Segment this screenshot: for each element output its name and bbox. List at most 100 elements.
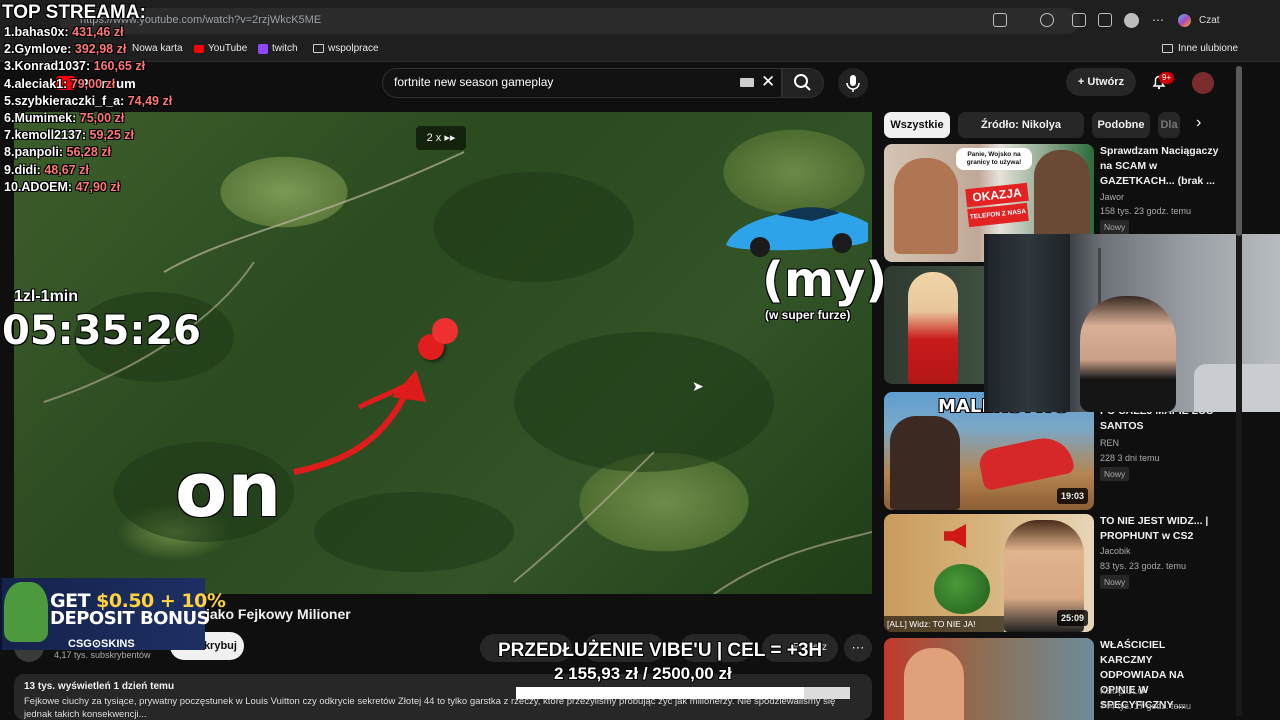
top-donor-row: 1.bahas0x: 431,46 zł bbox=[4, 25, 124, 39]
map-pin-icon bbox=[432, 318, 458, 344]
folder-icon bbox=[313, 44, 324, 53]
sidebar-video-channel[interactable]: REN bbox=[1100, 438, 1119, 448]
new-badge: Nowy bbox=[1100, 467, 1130, 481]
donor-rank: 5. bbox=[4, 93, 15, 108]
notification-badge: 9+ bbox=[1159, 72, 1175, 84]
bookmark-twitch[interactable]: twitch bbox=[272, 43, 298, 54]
sidebar-video-meta: 83 tys. 23 godz. temu bbox=[1100, 561, 1187, 571]
favorites-icon[interactable] bbox=[1098, 13, 1112, 27]
sidebar-video-channel[interactable]: KSIĄŻULO bbox=[1100, 686, 1145, 696]
search-icon bbox=[794, 74, 811, 91]
donor-rank: 10. bbox=[4, 179, 22, 194]
video-title: jako Fejkowy Milioner bbox=[206, 606, 351, 622]
top-donor-row: 8.panpoli: 56,28 zł bbox=[4, 145, 111, 159]
sidebar-video-meta: 158 tys. 23 godz. temu bbox=[1100, 206, 1192, 216]
twitch-icon bbox=[258, 44, 268, 54]
video-caption-on: on bbox=[175, 445, 282, 534]
bookmark-new-tab[interactable]: Nowa karta bbox=[132, 43, 183, 54]
donor-amount: 74,49 zł bbox=[127, 93, 173, 108]
video-caption-my: (my) bbox=[762, 252, 888, 308]
sidebar-video-title[interactable]: TO NIE JEST WIDZ... | PROPHUNT w CS2 bbox=[1100, 514, 1220, 544]
person-image bbox=[908, 272, 958, 384]
donor-name: szybkieraczki_f_a: bbox=[14, 93, 125, 108]
copilot-label[interactable]: Czat bbox=[1199, 15, 1220, 26]
scrollbar-thumb[interactable] bbox=[1236, 66, 1242, 236]
playback-speed-indicator: 2 x ▸▸ bbox=[416, 126, 466, 150]
bookmark-wspolprace[interactable]: wspolprace bbox=[328, 43, 379, 54]
bookmark-youtube[interactable]: YouTube bbox=[208, 43, 247, 54]
sidebar-video-channel[interactable]: Jacobik bbox=[1100, 546, 1131, 556]
bookmark-other[interactable]: Inne ulubione bbox=[1178, 43, 1238, 54]
top-donor-row: 3.Konrad1037: 160,65 zł bbox=[4, 59, 145, 73]
donor-name: bahas0x: bbox=[14, 25, 69, 39]
donor-amount: 75,00 zł bbox=[79, 111, 125, 125]
views-date: 13 tys. wyświetleń 1 dzień temu bbox=[24, 681, 175, 692]
refresh-icon[interactable] bbox=[1040, 13, 1054, 27]
thumbnail-caption: [ALL] Widz: TO NIE JA! bbox=[884, 616, 1004, 632]
donor-name: panpoli: bbox=[14, 145, 64, 160]
sidebar-video-title[interactable]: Sprawdzam Naciągaczy na SCAM w GAZETKACH… bbox=[1100, 144, 1220, 189]
more-icon[interactable]: ⋯ bbox=[1152, 13, 1164, 27]
video-thumbnail[interactable] bbox=[884, 638, 1094, 720]
search-input[interactable]: fortnite new season gameplay bbox=[394, 75, 553, 89]
video-duration: 25:09 bbox=[1056, 610, 1088, 626]
top-donors-title: TOP STREAMA: bbox=[2, 2, 146, 23]
chevron-right-icon[interactable]: › bbox=[1196, 114, 1201, 132]
chip-source[interactable]: Źródło: Nikolya Wąchała bbox=[958, 112, 1084, 157]
donor-amount: 59,25 zł bbox=[89, 128, 134, 143]
youtube-icon bbox=[194, 45, 204, 53]
top-donor-row: 9.didi: 48,67 zł bbox=[4, 163, 89, 177]
donor-name: ADOEM: bbox=[21, 179, 73, 194]
plus-icon: + bbox=[1077, 76, 1088, 88]
keyboard-icon[interactable] bbox=[740, 78, 754, 87]
profile-icon[interactable] bbox=[1124, 13, 1139, 28]
new-badge: Nowy bbox=[1100, 575, 1130, 589]
donor-name: didi: bbox=[14, 162, 41, 177]
donor-amount: 160,65 zł bbox=[93, 59, 146, 74]
chip-similar[interactable]: Podobne bbox=[1092, 112, 1150, 138]
top-donor-row: 2.Gymlove: 392,98 zł bbox=[4, 42, 126, 56]
extensions-icon[interactable] bbox=[993, 13, 1007, 27]
person-image bbox=[890, 416, 960, 510]
clear-search-icon[interactable]: ✕ bbox=[761, 72, 775, 92]
search-button[interactable] bbox=[782, 68, 824, 98]
split-screen-icon[interactable] bbox=[1072, 13, 1086, 27]
chip-all[interactable]: Wszystkie bbox=[884, 112, 950, 138]
donor-amount: 431,46 zł bbox=[72, 25, 124, 39]
voice-search-button[interactable] bbox=[838, 68, 868, 98]
donor-rank: 6. bbox=[4, 111, 15, 125]
chip-for-you[interactable]: Dla bbox=[1158, 112, 1180, 138]
video-duration: 19:03 bbox=[1056, 488, 1088, 504]
top-donor-row: 6.Mumimek: 75,00 zł bbox=[4, 111, 124, 125]
goal-amount: 2 155,93 zł / 2500,00 zł bbox=[554, 664, 732, 683]
donor-name: kemoll2137: bbox=[14, 128, 87, 143]
speaker-icon bbox=[944, 524, 966, 548]
speech-bubble: Panie, Wojsko na granicy to używa! bbox=[956, 148, 1032, 170]
more-icon: ⋯ bbox=[851, 640, 865, 655]
top-donor-row: 4.aleciak1: 79,00 zł bbox=[4, 77, 115, 91]
person-image bbox=[904, 648, 964, 720]
sidebar-video-meta: 744 tys. 17 godz. temu bbox=[1100, 701, 1192, 711]
create-button[interactable]: + Utwórz bbox=[1066, 68, 1136, 96]
sticker-subtitle: TELEFON Z NASA bbox=[967, 202, 1029, 228]
timer-label: 1zl-1min bbox=[14, 288, 79, 305]
sponsor-line2: DEPOSIT BONUS bbox=[50, 608, 210, 629]
watermelon-image bbox=[934, 564, 990, 614]
donor-amount: 47,90 zł bbox=[75, 179, 121, 194]
new-badge: Nowy bbox=[1100, 220, 1130, 234]
donor-rank: 7. bbox=[4, 128, 15, 143]
donor-rank: 9. bbox=[4, 162, 15, 177]
avatar[interactable] bbox=[1192, 72, 1214, 94]
donor-amount: 48,67 zł bbox=[44, 162, 89, 177]
donor-name: Konrad1037: bbox=[14, 59, 91, 74]
donor-rank: 1. bbox=[4, 25, 15, 39]
helicopter-image bbox=[976, 432, 1076, 492]
microphone-icon bbox=[846, 75, 860, 92]
copilot-icon[interactable] bbox=[1178, 14, 1191, 27]
sidebar-video-channel[interactable]: Jawor bbox=[1100, 192, 1124, 202]
curtain-image bbox=[988, 234, 1070, 412]
mouse-cursor-icon: ➤ bbox=[692, 378, 704, 394]
video-thumbnail[interactable]: [ALL] Widz: TO NIE JA! 25:09 bbox=[884, 514, 1094, 632]
video-caption-my-sub: (w super furze) bbox=[765, 308, 851, 322]
more-actions-button[interactable]: ⋯ bbox=[844, 634, 872, 662]
